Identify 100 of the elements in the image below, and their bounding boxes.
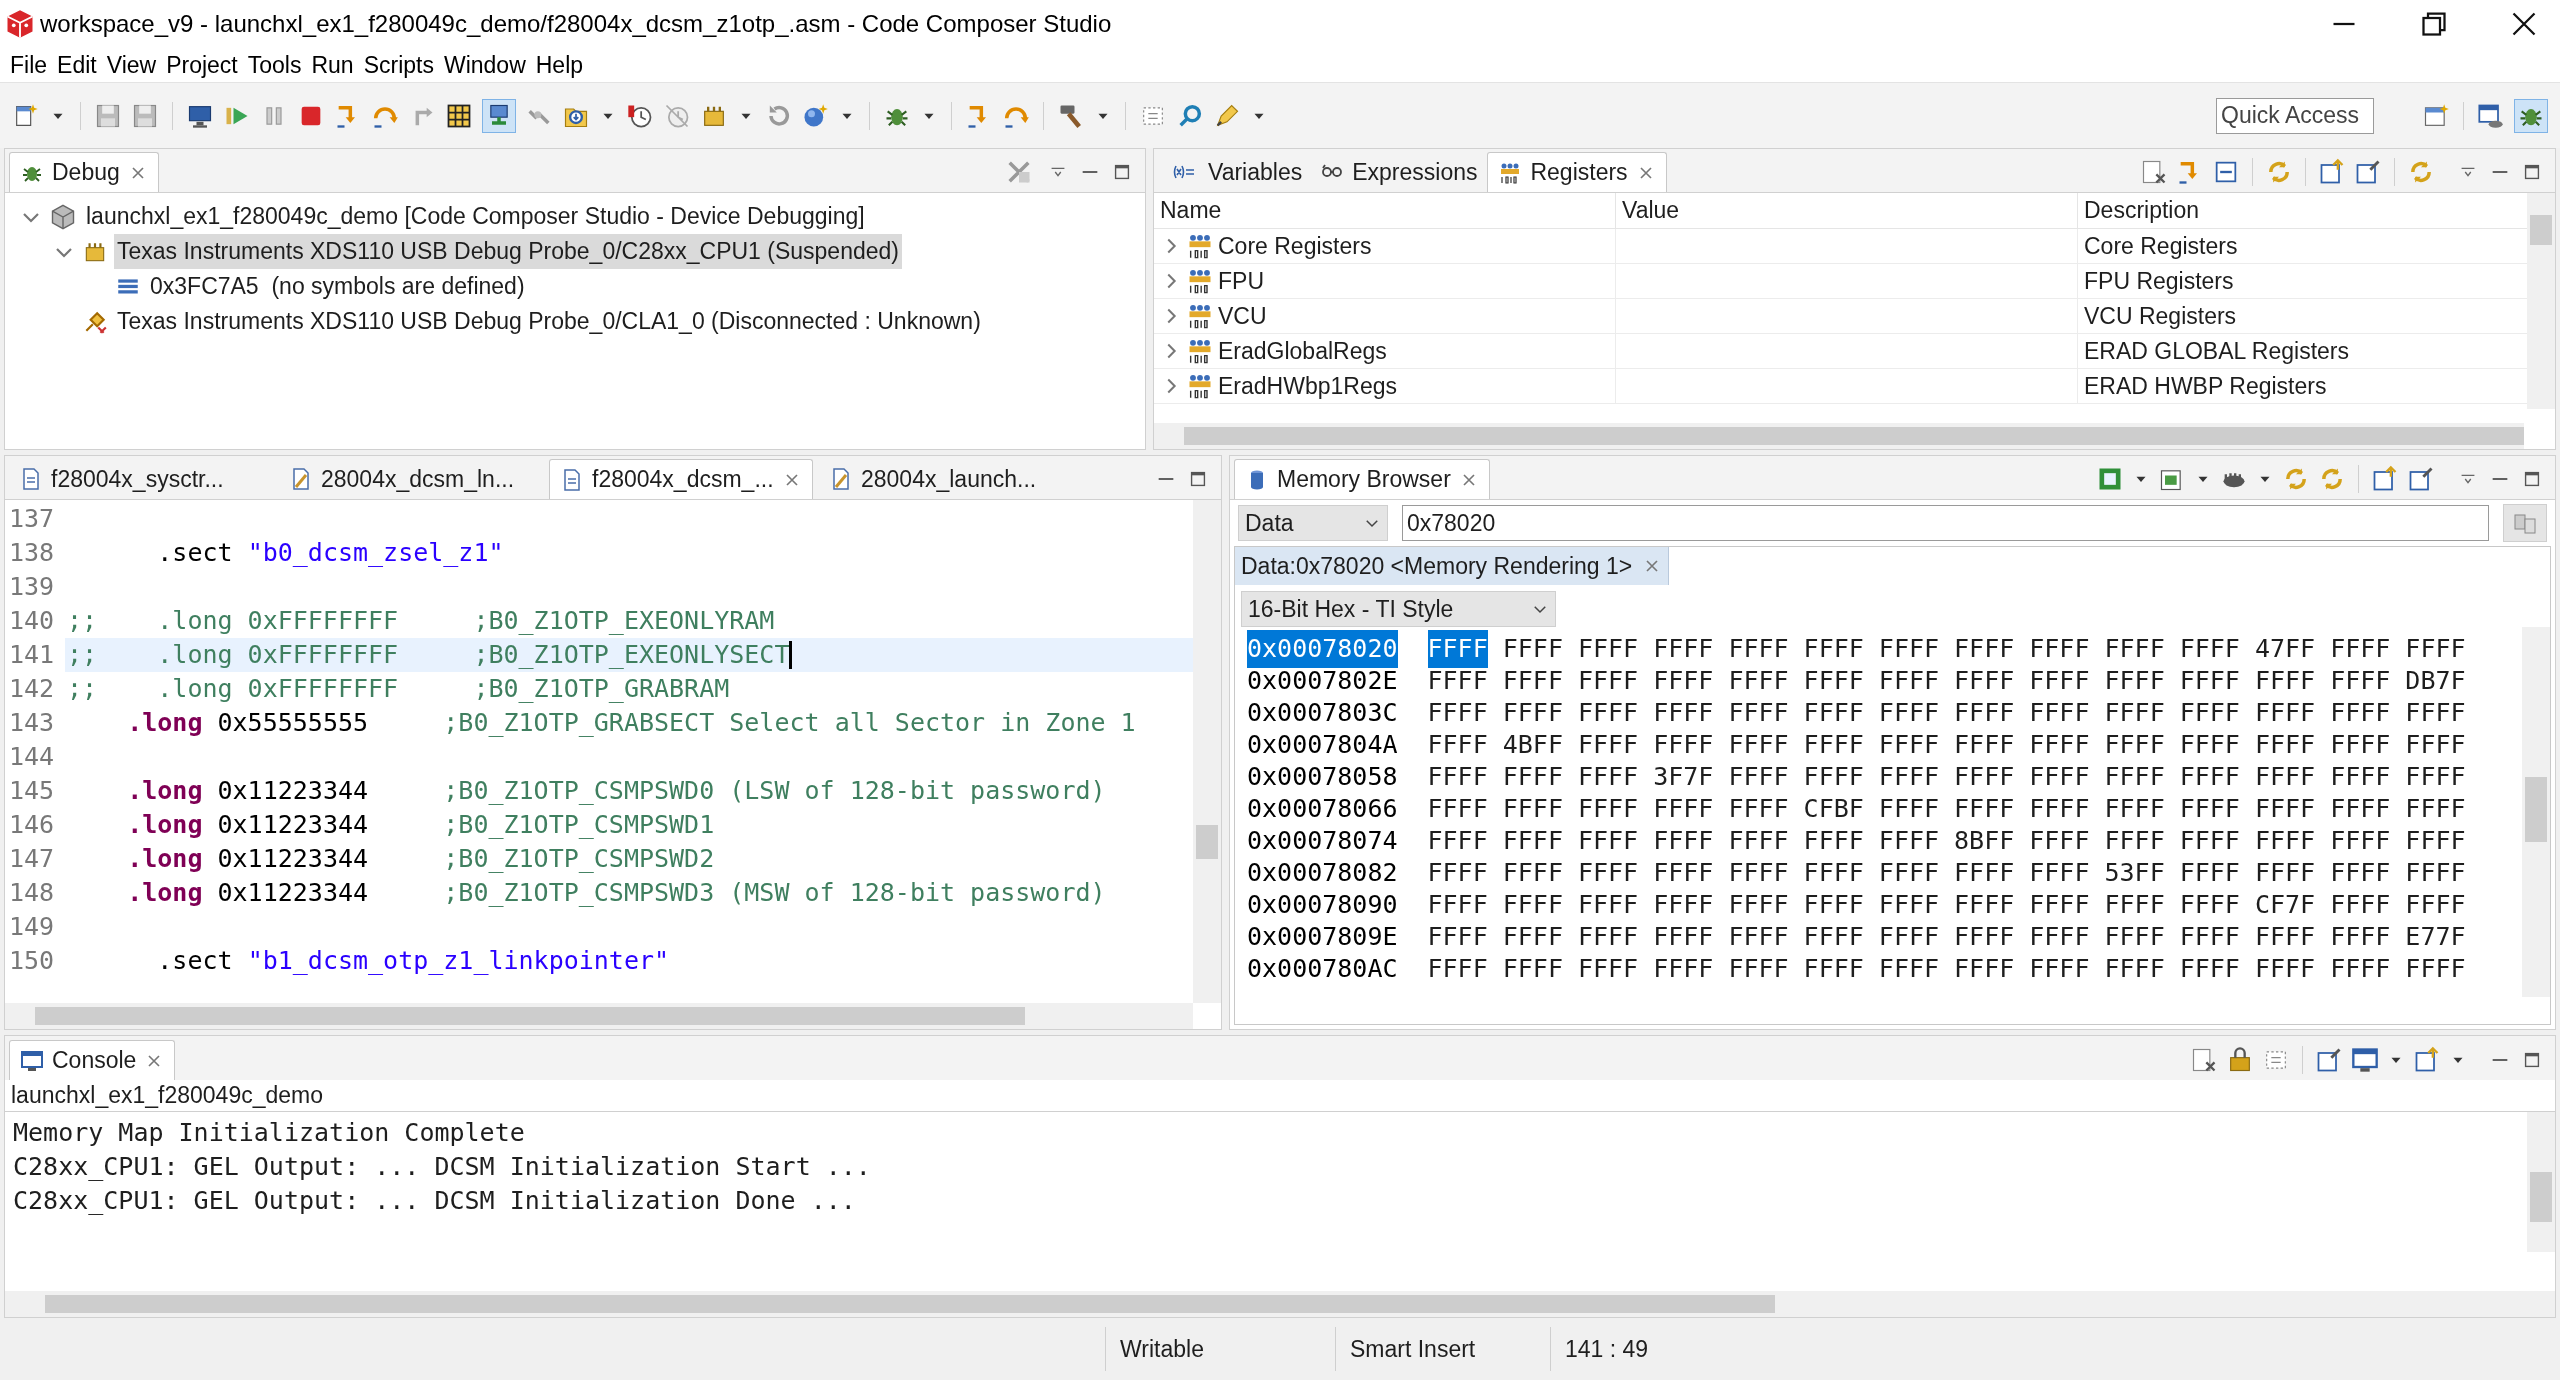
console-icon[interactable]: [2351, 1046, 2379, 1074]
register-name[interactable]: EradGlobalRegs: [1218, 333, 1387, 369]
quick-access-field[interactable]: Quick Access: [2216, 97, 2374, 134]
tree-item[interactable]: 0x3FC7A5 (no symbols are defined): [147, 269, 528, 304]
app-logo-icon: [5, 9, 35, 39]
tab-label: Debug: [52, 158, 120, 188]
clear-icon[interactable]: [2140, 158, 2168, 186]
line-number: 137: [8, 503, 56, 536]
package-icon: [49, 202, 77, 231]
code-line: ;; .long 0xFFFFFFFF ;B0_Z1OTP_EXEONLYRAM: [67, 605, 775, 638]
menu-item[interactable]: Project: [162, 47, 242, 83]
tree-item[interactable]: Texas Instruments XDS110 USB Debug Probe_0/C28xx_CPU1 (Suspended): [114, 234, 902, 269]
register-name[interactable]: Core Registers: [1218, 229, 1372, 264]
panel-tab[interactable]: f28004x_sysctr...: [9, 459, 234, 499]
menu-item[interactable]: Window: [439, 47, 530, 83]
register-name[interactable]: EradHWbp1Regs: [1218, 368, 1397, 404]
scrollbar[interactable]: [2527, 193, 2555, 409]
panel-tab[interactable]: f28004x_dcsm_...: [549, 459, 813, 499]
code-line: .long 0x11223344 ;B0_Z1OTP_CSMPSWD1: [126, 809, 715, 842]
status-text: 141 : 49: [1565, 1334, 1649, 1364]
line-number: 141: [8, 639, 56, 672]
status-text: Smart Insert: [1350, 1334, 1476, 1364]
register-description: Core Registers: [2084, 232, 2238, 259]
column-header[interactable]: Value: [1616, 193, 2078, 228]
scrollbar-thumb[interactable]: [1184, 427, 2524, 445]
scrollbar-thumb[interactable]: [35, 1007, 1025, 1025]
menu-item[interactable]: Help: [531, 47, 588, 83]
code-line: .sect "b1_dcsm_otp_z1_linkpointer": [156, 945, 670, 978]
scrollbar[interactable]: [5, 1291, 2555, 1317]
window-title: workspace_v9 - launchxl_ex1_f280049c_demo/f28004x_dcsm_z1otp_.asm - Code Composer Studio: [40, 9, 1112, 39]
status-text: Writable: [1120, 1334, 1204, 1364]
new-console-icon[interactable]: [2413, 1046, 2441, 1074]
address-field[interactable]: 0x78020: [1402, 505, 2489, 541]
console-icon: [20, 1048, 44, 1073]
console-title: launchxl_ex1_f280049c_demo: [11, 1081, 324, 1111]
scrollbar[interactable]: [2527, 1112, 2555, 1252]
panel-tab[interactable]: Debug: [9, 152, 159, 192]
export-icon[interactable]: [2371, 465, 2399, 493]
tree-item[interactable]: launchxl_ex1_f280049c_demo [Code Composer Studio - Device Debugging]: [83, 199, 868, 234]
scrollbar[interactable]: [2522, 627, 2550, 997]
code-line: .long 0x11223344 ;B0_Z1OTP_CSMPSWD0 (LSW of 128-bit password): [126, 775, 1106, 808]
pin-icon[interactable]: [2354, 158, 2382, 186]
register-description: ERAD GLOBAL Registers: [2084, 337, 2350, 364]
menu-item[interactable]: Scripts: [359, 47, 438, 83]
panel-tab[interactable]: 28004x_dcsm_ln...: [279, 459, 525, 499]
line-number: 138: [8, 537, 56, 570]
panel-tab[interactable]: Variables: [1158, 152, 1311, 192]
scrollbar[interactable]: [1193, 500, 1221, 1003]
tree-item[interactable]: Texas Instruments XDS110 USB Debug Probe_0/CLA1_0 (Disconnected : Unknown): [114, 304, 984, 339]
text-cursor: [789, 641, 793, 669]
line-number: 144: [8, 741, 56, 774]
code-line: ;; .long 0xFFFFFFFF ;B0_Z1OTP_EXEONLYSECT: [67, 639, 790, 672]
line-number: 149: [8, 911, 56, 944]
scrollbar-thumb[interactable]: [45, 1295, 1775, 1313]
menu-item[interactable]: File: [6, 47, 52, 83]
panel-tab[interactable]: Expressions: [1310, 152, 1488, 192]
tab-label: Registers: [1530, 158, 1628, 188]
console-line: Memory Map Initialization Complete: [13, 1117, 526, 1148]
rendering-tab[interactable]: Data:0x78020 <Memory Rendering 1>: [1235, 547, 1670, 585]
tab-label: Console: [52, 1046, 137, 1076]
column-header[interactable]: Name: [1154, 193, 1616, 228]
panel-tab[interactable]: Memory Browser: [1234, 459, 1490, 499]
pin-icon[interactable]: [2407, 465, 2435, 493]
menu-item[interactable]: Run: [307, 47, 358, 83]
menu-item[interactable]: View: [102, 47, 161, 83]
scrollbar-thumb[interactable]: [1196, 825, 1218, 859]
scrollbar-thumb[interactable]: [2525, 777, 2547, 842]
line-number: 147: [8, 843, 56, 876]
tab-label: 28004x_launch...: [861, 464, 1037, 494]
menu-item[interactable]: Tools: [243, 47, 306, 83]
line-number: 148: [8, 877, 56, 910]
export-icon[interactable]: [2318, 158, 2346, 186]
clear-console-icon[interactable]: [2190, 1046, 2218, 1074]
code-line: .long 0x11223344 ;B0_Z1OTP_CSMPSWD2: [126, 843, 715, 876]
code-line: .long 0x11223344 ;B0_Z1OTP_CSMPSWD3 (MSW of 128-bit password): [126, 877, 1106, 910]
scrollbar[interactable]: [5, 1003, 1193, 1029]
memory-word[interactable]: FFFF: [1427, 630, 1488, 668]
register-name[interactable]: VCU: [1218, 298, 1267, 334]
memory-address[interactable]: 0x00078020: [1247, 630, 1398, 668]
column-header[interactable]: Description: [2078, 193, 2527, 228]
scrollbar-thumb[interactable]: [2530, 215, 2552, 245]
pin-icon[interactable]: [2315, 1046, 2343, 1074]
panel-tab[interactable]: 28004x_launch...: [819, 459, 1047, 499]
menu-item[interactable]: Edit: [53, 47, 101, 83]
panel-tab[interactable]: Console: [9, 1040, 176, 1080]
format-dropdown[interactable]: 16-Bit Hex - TI Style: [1241, 591, 1556, 627]
register-description: VCU Registers: [2084, 302, 2237, 329]
tab-label: f28004x_sysctr...: [51, 464, 224, 494]
line-number: 139: [8, 571, 56, 604]
line-number: 142: [8, 673, 56, 706]
register-name[interactable]: FPU: [1218, 263, 1264, 299]
panel-tab[interactable]: Registers: [1487, 152, 1667, 192]
tab-label: Expressions: [1352, 157, 1478, 187]
line-number: 140: [8, 605, 56, 638]
code-line: .sect "b0_dcsm_zsel_z1": [156, 537, 504, 570]
scrollbar-thumb[interactable]: [2530, 1172, 2552, 1222]
memory-space-dropdown[interactable]: Data: [1238, 505, 1388, 541]
scrollbar[interactable]: [1154, 423, 2524, 449]
tab-label: Data:0x78020 <Memory Rendering 1>: [1241, 551, 1633, 581]
register-description: ERAD HWBP Registers: [2084, 372, 2327, 399]
